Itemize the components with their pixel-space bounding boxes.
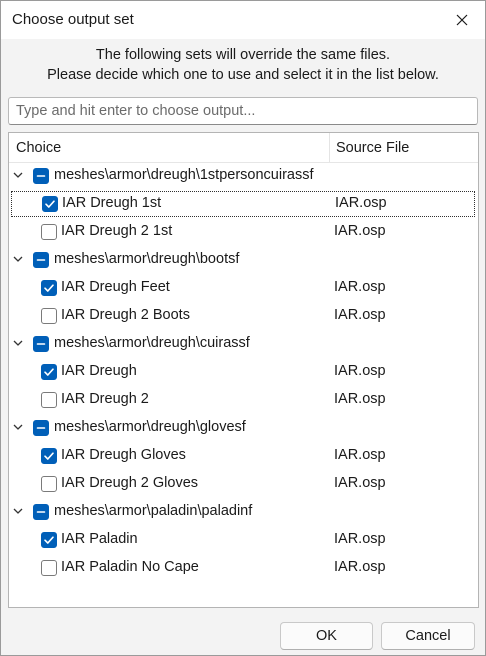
tree-item-row[interactable]: IAR Dreugh Gloves IAR.osp <box>9 442 478 470</box>
close-button[interactable] <box>449 7 475 33</box>
indeterminate-icon <box>36 427 46 429</box>
group-checkbox[interactable] <box>33 420 49 436</box>
intro-line-2: Please decide which one to use and selec… <box>47 67 439 83</box>
item-checkbox[interactable] <box>41 476 57 492</box>
window-title: Choose output set <box>12 11 134 28</box>
group-label: meshes\armor\dreugh\bootsf <box>54 251 240 267</box>
item-source-file: IAR.osp <box>334 279 386 295</box>
item-label: IAR Paladin No Cape <box>61 559 199 575</box>
output-set-tree[interactable]: Choice Source File meshes\armor\dreugh\1… <box>8 132 479 608</box>
indeterminate-icon <box>36 511 46 513</box>
search-input[interactable] <box>8 97 478 125</box>
intro-text: The following sets will override the sam… <box>1 45 485 85</box>
column-header-choice[interactable]: Choice <box>16 140 61 156</box>
tree-group-row[interactable]: meshes\armor\paladin\paladinf <box>9 498 478 526</box>
tree-item-row[interactable]: IAR Dreugh IAR.osp <box>9 358 478 386</box>
item-checkbox[interactable] <box>41 224 57 240</box>
group-checkbox[interactable] <box>33 504 49 520</box>
tree-item-row[interactable]: IAR Dreugh 2 Boots IAR.osp <box>9 302 478 330</box>
close-icon <box>456 14 468 26</box>
group-checkbox[interactable] <box>33 252 49 268</box>
group-label: meshes\armor\dreugh\glovesf <box>54 419 246 435</box>
item-source-file: IAR.osp <box>334 447 386 463</box>
item-checkbox[interactable] <box>41 308 57 324</box>
item-label: IAR Dreugh 2 1st <box>61 223 173 239</box>
chevron-down-icon[interactable] <box>12 505 24 517</box>
item-checkbox[interactable] <box>41 560 57 576</box>
tree-item-row[interactable]: IAR Dreugh 1st IAR.osp <box>10 190 476 218</box>
tree-group-row[interactable]: meshes\armor\dreugh\1stpersoncuirassf <box>9 162 478 190</box>
checkmark-icon <box>44 452 54 460</box>
item-source-file: IAR.osp <box>335 195 387 211</box>
tree-group-row[interactable]: meshes\armor\dreugh\bootsf <box>9 246 478 274</box>
title-bar: Choose output set <box>1 1 485 39</box>
indeterminate-icon <box>36 259 46 261</box>
chevron-down-icon[interactable] <box>12 253 24 265</box>
item-checkbox[interactable] <box>41 364 57 380</box>
group-label: meshes\armor\dreugh\cuirassf <box>54 335 250 351</box>
group-checkbox[interactable] <box>33 168 49 184</box>
chevron-down-icon[interactable] <box>12 169 24 181</box>
ok-button[interactable]: OK <box>280 622 373 650</box>
group-label: meshes\armor\dreugh\1stpersoncuirassf <box>54 167 314 183</box>
tree-group-row[interactable]: meshes\armor\dreugh\glovesf <box>9 414 478 442</box>
item-source-file: IAR.osp <box>334 363 386 379</box>
item-checkbox[interactable] <box>41 280 57 296</box>
item-label: IAR Dreugh 2 Gloves <box>61 475 199 491</box>
column-header-source[interactable]: Source File <box>336 140 409 156</box>
item-checkbox[interactable] <box>41 448 57 464</box>
cancel-button[interactable]: Cancel <box>381 622 475 650</box>
tree-group-row[interactable]: meshes\armor\dreugh\cuirassf <box>9 330 478 358</box>
item-label: IAR Dreugh Gloves <box>61 447 186 463</box>
item-source-file: IAR.osp <box>334 391 386 407</box>
checkmark-icon <box>44 368 54 376</box>
column-divider[interactable] <box>329 133 330 162</box>
tree-item-row[interactable]: IAR Dreugh 2 Gloves IAR.osp <box>9 470 478 498</box>
checkmark-icon <box>45 200 55 208</box>
chevron-down-icon[interactable] <box>12 421 24 433</box>
item-source-file: IAR.osp <box>334 475 386 491</box>
item-label: IAR Paladin <box>61 531 138 547</box>
tree-item-row[interactable]: IAR Paladin No Cape IAR.osp <box>9 554 478 582</box>
item-source-file: IAR.osp <box>334 531 386 547</box>
dialog-window: Choose output set The following sets wil… <box>0 0 486 656</box>
item-checkbox[interactable] <box>42 196 58 212</box>
checkmark-icon <box>44 284 54 292</box>
item-label: IAR Dreugh 2 Boots <box>61 307 190 323</box>
item-checkbox[interactable] <box>41 392 57 408</box>
item-source-file: IAR.osp <box>334 559 386 575</box>
intro-line-1: The following sets will override the sam… <box>95 47 391 63</box>
item-label: IAR Dreugh Feet <box>61 279 170 295</box>
checkmark-icon <box>44 536 54 544</box>
item-source-file: IAR.osp <box>334 223 386 239</box>
column-header: Choice Source File <box>9 133 478 163</box>
item-checkbox[interactable] <box>41 532 57 548</box>
chevron-down-icon[interactable] <box>12 337 24 349</box>
item-label: IAR Dreugh 2 <box>61 391 149 407</box>
group-label: meshes\armor\paladin\paladinf <box>54 503 253 519</box>
item-label: IAR Dreugh 1st <box>62 195 162 211</box>
tree-item-row[interactable]: IAR Dreugh 2 IAR.osp <box>9 386 478 414</box>
item-source-file: IAR.osp <box>334 307 386 323</box>
indeterminate-icon <box>36 343 46 345</box>
indeterminate-icon <box>36 175 46 177</box>
item-label: IAR Dreugh <box>61 363 137 379</box>
tree-item-row[interactable]: IAR Paladin IAR.osp <box>9 526 478 554</box>
tree-item-row[interactable]: IAR Dreugh 2 1st IAR.osp <box>9 218 478 246</box>
tree-item-row[interactable]: IAR Dreugh Feet IAR.osp <box>9 274 478 302</box>
group-checkbox[interactable] <box>33 336 49 352</box>
